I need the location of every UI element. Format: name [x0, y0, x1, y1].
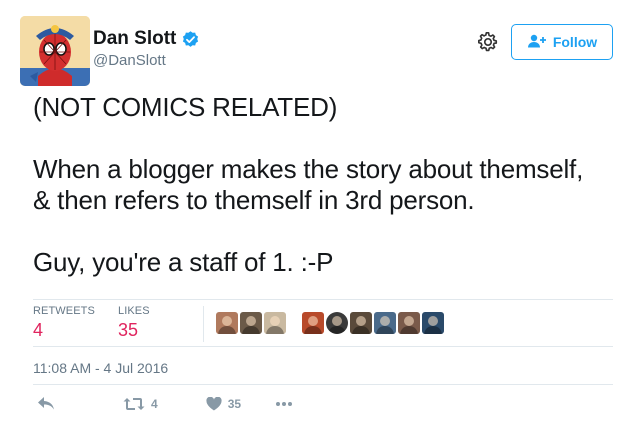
liker-avatar-6[interactable] — [350, 312, 372, 334]
gear-icon[interactable] — [477, 31, 499, 53]
likes-label: LIKES — [118, 305, 150, 317]
liker-avatar-2[interactable] — [240, 312, 262, 334]
like-count: 35 — [227, 396, 242, 411]
retweet-button[interactable]: 4 — [123, 397, 158, 411]
avatar[interactable] — [20, 16, 90, 86]
divider — [33, 384, 613, 385]
heart-icon — [206, 396, 222, 410]
retweets-count: 4 — [33, 320, 44, 340]
likes-count: 35 — [118, 320, 139, 340]
follow-button-label: Follow — [552, 34, 598, 50]
retweet-icon — [123, 397, 145, 410]
likes-stat[interactable]: LIKES 35 — [118, 305, 150, 341]
liker-avatar-5[interactable] — [326, 312, 348, 334]
liker-avatars — [216, 312, 444, 334]
reply-icon — [38, 397, 54, 410]
retweets-label: RETWEETS — [33, 305, 95, 317]
liker-avatar-9[interactable] — [422, 312, 444, 334]
divider — [33, 346, 613, 347]
follow-button[interactable]: Follow — [511, 24, 613, 60]
verified-badge-icon — [181, 30, 200, 49]
liker-avatar-1[interactable] — [216, 312, 238, 334]
liker-avatar-7[interactable] — [374, 312, 396, 334]
divider — [33, 299, 613, 300]
display-name[interactable]: Dan Slott — [93, 28, 176, 50]
like-button[interactable]: 35 — [206, 396, 242, 411]
tweet-actions: 4 35 — [33, 396, 293, 411]
liker-avatar-8[interactable] — [398, 312, 420, 334]
liker-avatar-3[interactable] — [264, 312, 286, 334]
tweet-text: (NOT COMICS RELATED) When a blogger make… — [33, 92, 584, 277]
reply-button[interactable] — [37, 396, 55, 411]
user-handle[interactable]: @DanSlott — [93, 52, 166, 69]
liker-avatar-4[interactable] — [302, 312, 324, 334]
tweet-timestamp[interactable]: 11:08 AM - 4 Jul 2016 — [33, 360, 168, 376]
follow-user-icon — [527, 34, 547, 51]
more-icon — [276, 401, 293, 406]
retweet-count: 4 — [151, 396, 158, 411]
spiderman-avatar-image — [20, 16, 90, 86]
stats-separator — [203, 306, 204, 342]
more-button[interactable] — [275, 401, 293, 407]
retweets-stat[interactable]: RETWEETS 4 — [33, 305, 95, 341]
